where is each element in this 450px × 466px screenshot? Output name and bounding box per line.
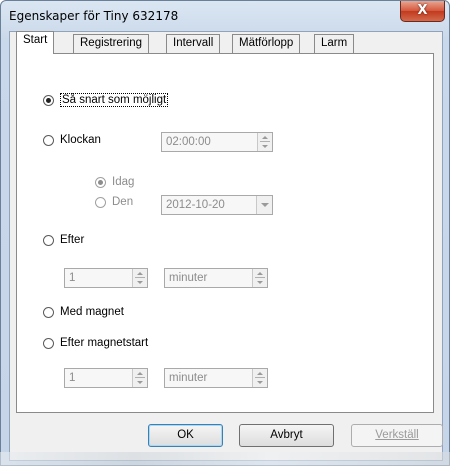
radio-clock-label: Klockan [60, 134, 101, 146]
after-magnet-count-value: 1 [69, 372, 76, 384]
tab-matforlopp[interactable]: Mätförlopp [232, 34, 301, 53]
radio-today[interactable]: Idag [95, 176, 134, 188]
apply-button[interactable]: Verkställ [351, 424, 443, 447]
cancel-button[interactable]: Avbryt [239, 424, 334, 447]
clock-time-input[interactable]: 02:00:00 [161, 132, 273, 152]
apply-button-label: Verkställ [375, 429, 419, 441]
close-button[interactable]: X [400, 1, 445, 22]
title-bar[interactable]: Egenskaper för Tiny 632178 X [1, 1, 449, 31]
after-magnet-unit-spinner[interactable] [252, 369, 267, 387]
tab-intervall[interactable]: Intervall [166, 34, 221, 53]
after-magnet-unit-input[interactable]: minuter [164, 368, 268, 388]
radio-date[interactable]: Den [95, 196, 133, 208]
clock-time-spinner[interactable] [257, 133, 272, 151]
radio-magnet[interactable]: Med magnet [43, 306, 124, 318]
after-unit-input[interactable]: minuter [164, 268, 268, 288]
chevron-down-icon[interactable] [256, 196, 272, 214]
radio-after-magnet[interactable]: Efter magnetstart [43, 337, 148, 349]
tab-larm[interactable]: Larm [314, 34, 355, 53]
background-strip [0, 452, 450, 466]
radio-after-magnet-label: Efter magnetstart [60, 337, 149, 349]
radio-asap-label: Så snart som möjligt [60, 93, 169, 107]
tab-registrering[interactable]: Registrering [73, 34, 149, 53]
after-magnet-count-spinner[interactable] [132, 369, 147, 387]
tab-start[interactable]: Start [16, 31, 55, 54]
radio-date-label: Den [112, 196, 134, 208]
radio-today-label: Idag [112, 176, 135, 188]
radio-asap[interactable]: Så snart som möjligt [43, 93, 169, 107]
date-value: 2012-10-20 [166, 199, 225, 211]
radio-indicator [43, 306, 54, 318]
after-count-input[interactable]: 1 [64, 268, 148, 288]
radio-clock[interactable]: Klockan [43, 134, 101, 146]
clock-time-value: 02:00:00 [166, 136, 211, 148]
after-count-spinner[interactable] [132, 269, 147, 287]
radio-indicator [43, 337, 54, 349]
after-count-value: 1 [69, 272, 76, 284]
radio-after-label: Efter [60, 234, 85, 246]
radio-selected-indicator [43, 94, 54, 106]
after-unit-spinner[interactable] [252, 269, 267, 287]
window-title: Egenskaper för Tiny 632178 [9, 9, 179, 23]
radio-indicator [43, 234, 54, 246]
radio-magnet-label: Med magnet [60, 306, 124, 318]
start-tab-panel [16, 53, 434, 413]
after-unit-value: minuter [169, 272, 208, 284]
after-magnet-count-input[interactable]: 1 [64, 368, 148, 388]
date-dropdown[interactable]: 2012-10-20 [161, 195, 273, 215]
radio-selected-indicator [95, 176, 106, 188]
radio-indicator [43, 134, 54, 146]
after-magnet-unit-value: minuter [169, 372, 208, 384]
tab-label: Start [23, 34, 48, 46]
radio-after[interactable]: Efter [43, 234, 84, 246]
radio-indicator [95, 196, 106, 208]
ok-button[interactable]: OK [148, 424, 223, 447]
